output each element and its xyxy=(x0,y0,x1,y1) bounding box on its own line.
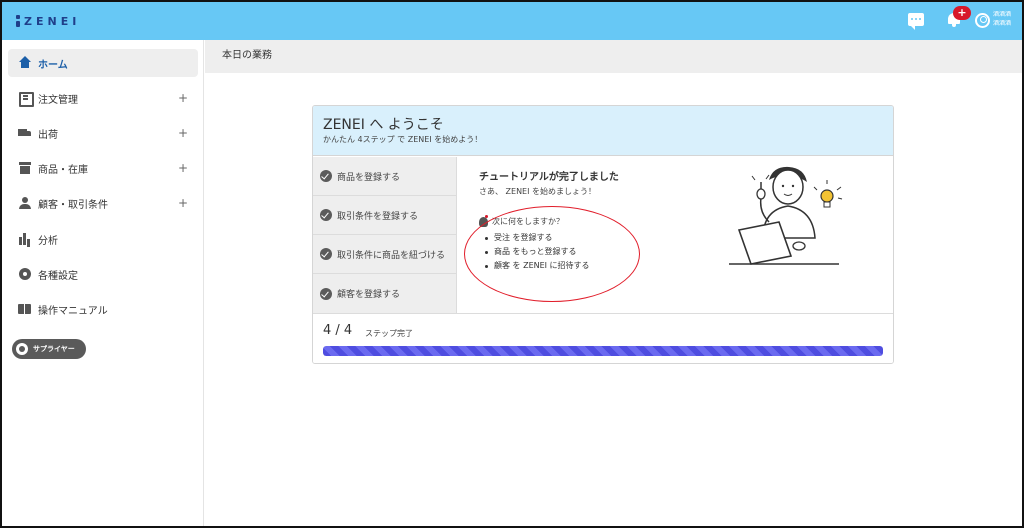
sidebar-item-shipping[interactable]: 出荷 + xyxy=(8,119,198,147)
sidebar-item-label: 顧客・取引条件 xyxy=(38,199,108,211)
expand-plus-icon[interactable]: + xyxy=(176,196,190,210)
bar-chart-icon xyxy=(18,232,32,246)
gear-icon xyxy=(18,267,32,281)
role-label: サプライヤー xyxy=(33,345,75,353)
progress-section: 4 / 4 ステップ完了 xyxy=(313,313,893,363)
app-window: ZENEI + 酒酒酒 酒酒酒 ホーム 注文管理 + 出荷 + 商品・在庫 + … xyxy=(0,0,1024,528)
expand-plus-icon[interactable]: + xyxy=(176,126,190,140)
sidebar-item-label: 注文管理 xyxy=(38,94,78,106)
sidebar-item-analytics[interactable]: 分析 xyxy=(8,225,198,253)
sidebar-item-label: 操作マニュアル xyxy=(38,305,108,317)
step-item[interactable]: 顧客を登録する xyxy=(313,274,457,313)
welcome-card: ZENEI へ ようこそ かんたん 4ステップ で ZENEI を始めよう！ 商… xyxy=(312,105,894,364)
progress-bar xyxy=(323,346,883,356)
box-icon xyxy=(18,161,32,175)
user-name-line1: 酒酒酒 xyxy=(993,11,1012,18)
logo-text: ZENEI xyxy=(24,14,81,28)
person-at-laptop-illustration xyxy=(729,166,843,265)
home-icon xyxy=(18,56,32,70)
document-icon xyxy=(18,91,34,107)
welcome-title: ZENEI へ ようこそ xyxy=(323,117,444,133)
check-circle-icon xyxy=(320,248,332,260)
sidebar-item-label: 分析 xyxy=(38,235,58,247)
sidebar-item-products[interactable]: 商品・在庫 + xyxy=(8,154,198,182)
progress-label: ステップ完了 xyxy=(365,329,413,338)
step-label: 顧客を登録する xyxy=(337,290,401,300)
step-item[interactable]: 取引条件に商品を紐づける xyxy=(313,235,457,274)
page-title: 本日の業務 xyxy=(205,40,1022,73)
expand-plus-icon[interactable]: + xyxy=(176,91,190,105)
person-icon xyxy=(18,196,32,210)
check-circle-icon xyxy=(320,287,332,300)
step-label: 商品を登録する xyxy=(337,172,401,183)
user-name-line2: 酒酒酒 xyxy=(993,20,1012,27)
step-label: 取引条件を登録する xyxy=(337,211,419,222)
step-label: 取引条件に商品を紐づける xyxy=(337,250,446,261)
tutorial-complete-subtitle: さあ、 ZENEI を始めましょう！ xyxy=(479,187,597,196)
main-content: 本日の業務 ZENEI へ ようこそ かんたん 4ステップ で ZENEI を始… xyxy=(205,40,1022,526)
progress-count: 4 / 4 xyxy=(323,323,353,338)
top-bar: ZENEI + 酒酒酒 酒酒酒 xyxy=(2,2,1022,40)
sidebar-item-settings[interactable]: 各種設定 xyxy=(8,260,198,288)
sidebar: ホーム 注文管理 + 出荷 + 商品・在庫 + 顧客・取引条件 + 分析 各種設… xyxy=(2,40,204,526)
welcome-subtitle: かんたん 4ステップ で ZENEI を始めよう！ xyxy=(323,135,483,144)
sidebar-item-label: 商品・在庫 xyxy=(38,164,88,176)
book-icon xyxy=(18,302,32,316)
chat-icon[interactable] xyxy=(908,13,924,30)
account-icon[interactable] xyxy=(975,13,990,28)
tutorial-complete-title: チュートリアルが完了しました xyxy=(479,172,619,183)
check-circle-icon xyxy=(320,170,332,182)
expand-plus-icon[interactable]: + xyxy=(176,161,190,175)
notification-badge: + xyxy=(953,6,971,20)
sidebar-item-customers[interactable]: 顧客・取引条件 + xyxy=(8,189,198,217)
welcome-header: ZENEI へ ようこそ かんたん 4ステップ で ZENEI を始めよう！ xyxy=(313,106,893,156)
check-circle-icon xyxy=(320,209,332,221)
sidebar-item-manual[interactable]: 操作マニュアル xyxy=(8,295,198,323)
sidebar-item-label: 各種設定 xyxy=(38,270,78,282)
step-item[interactable]: 商品を登録する xyxy=(313,157,457,196)
sidebar-item-label: 出荷 xyxy=(38,129,58,141)
user-name[interactable]: 酒酒酒 酒酒酒 xyxy=(993,10,1021,28)
sidebar-item-home[interactable]: ホーム xyxy=(8,49,198,77)
truck-icon xyxy=(18,126,32,140)
annotation-ellipse xyxy=(464,206,640,302)
zenei-logo[interactable]: ZENEI xyxy=(16,12,80,30)
role-switch-pill[interactable]: サプライヤー xyxy=(12,339,86,359)
progress-bar-fill xyxy=(323,346,883,356)
step-list: 商品を登録する 取引条件を登録する 取引条件に商品を紐づける 顧客を登録する xyxy=(313,157,457,313)
sidebar-item-label: ホーム xyxy=(38,59,68,71)
logo-mark-icon xyxy=(16,15,20,27)
sidebar-item-orders[interactable]: 注文管理 + xyxy=(8,84,198,112)
switch-icon xyxy=(16,343,28,355)
step-item[interactable]: 取引条件を登録する xyxy=(313,196,457,235)
